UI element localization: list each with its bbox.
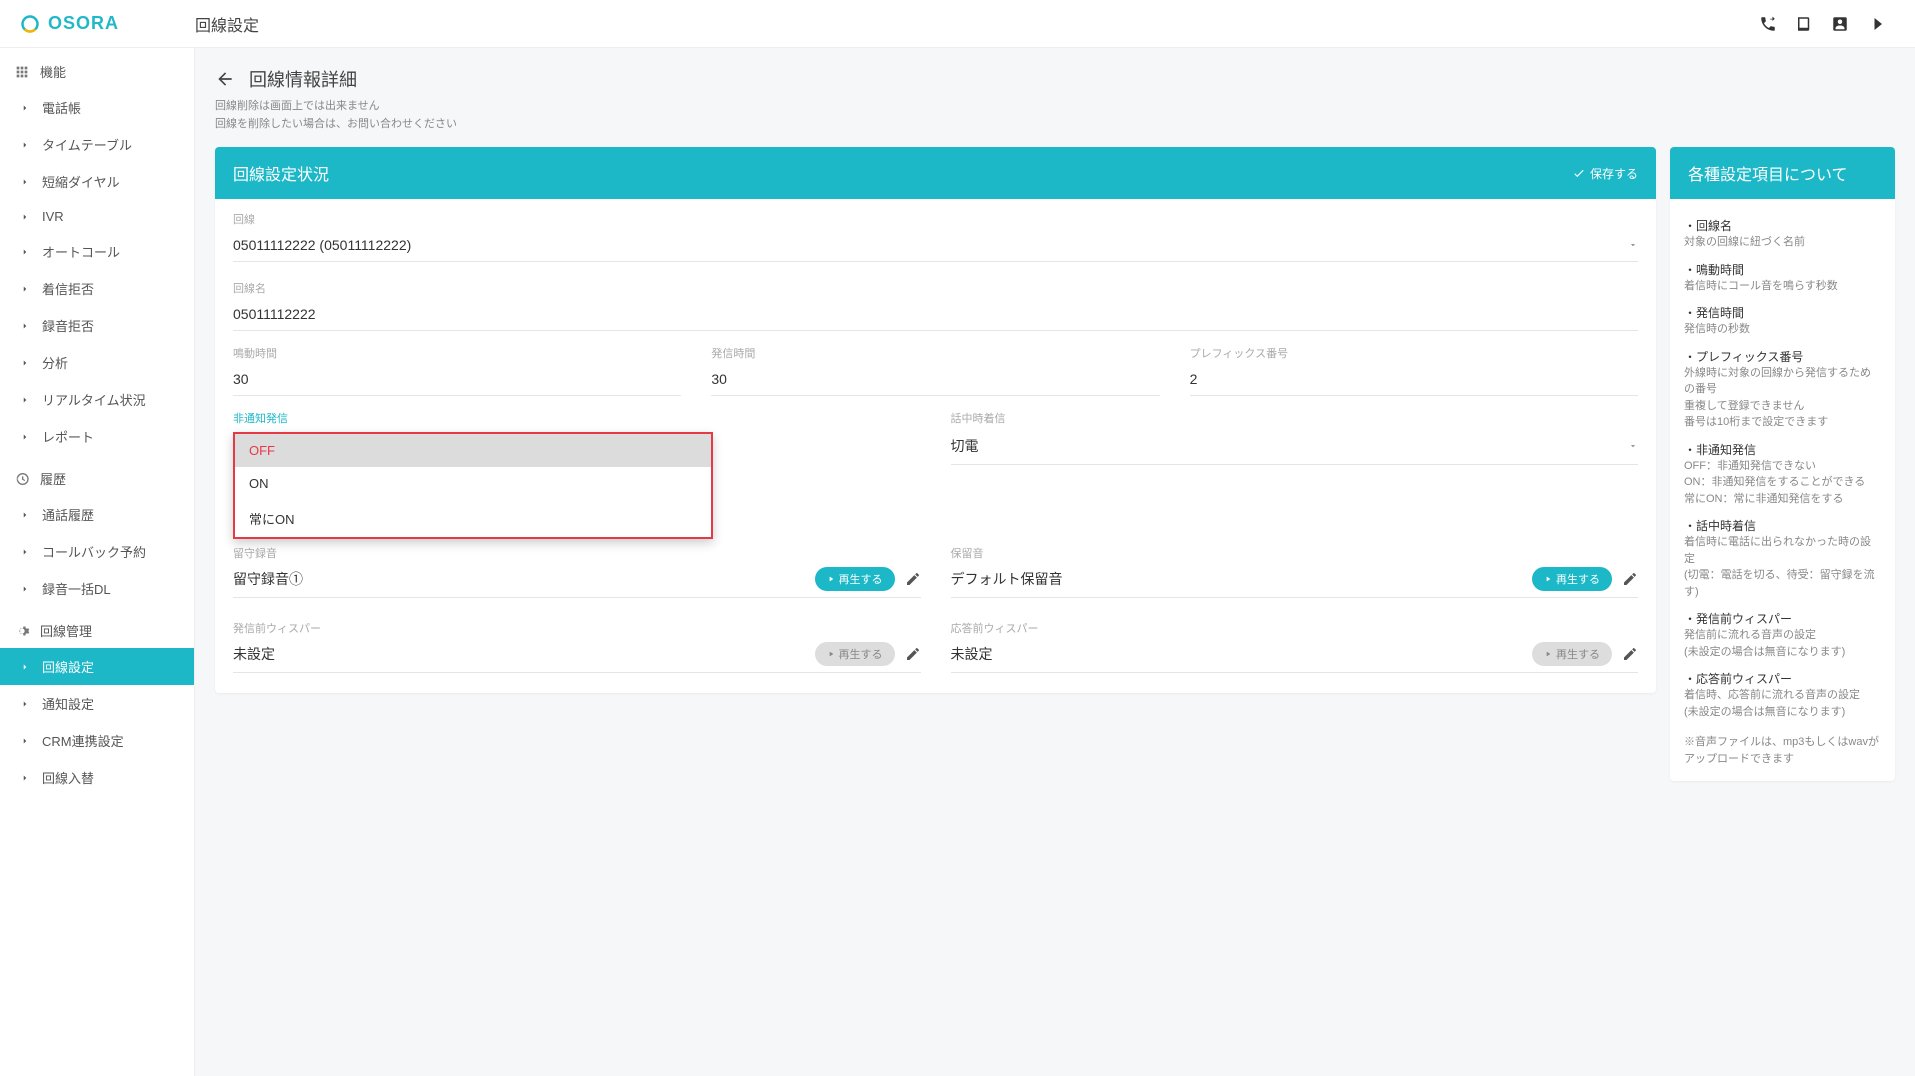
sidebar-item-電話帳[interactable]: 電話帳 [0, 89, 194, 126]
logout-icon[interactable] [1867, 15, 1885, 33]
sidebar-item-タイムテーブル[interactable]: タイムテーブル [0, 126, 194, 163]
help-item: ・応答前ウィスパー着信時、応答前に流れる音声の設定(未設定の場合は無音になります… [1684, 670, 1881, 720]
help-item: ・話中時着信着信時に電話に出られなかった時の設定(切電：電話を切る、待受：留守録… [1684, 517, 1881, 600]
answhisper-edit-icon[interactable] [1622, 646, 1638, 662]
phone-settings-icon[interactable] [1759, 15, 1777, 33]
sidebar-item-録音一括DL[interactable]: 録音一括DL [0, 570, 194, 607]
prefix-input[interactable]: 2 [1190, 367, 1638, 396]
call-input[interactable]: 30 [711, 367, 1159, 396]
logo-text: OSORA [48, 13, 119, 34]
prefix-label: プレフィックス番号 [1190, 345, 1638, 361]
sidebar-group-2: 回線管理 [0, 613, 194, 648]
app-header: OSORA 回線設定 [0, 0, 1915, 48]
check-icon [1572, 166, 1586, 180]
help-title: 各種設定項目について [1688, 161, 1848, 185]
name-value: 05011112222 [233, 306, 316, 322]
hold-value: デフォルト保留音 [951, 569, 1063, 589]
name-input[interactable]: 05011112222 [233, 302, 1638, 331]
sidebar-item-短縮ダイヤル[interactable]: 短縮ダイヤル [0, 163, 194, 200]
logo[interactable]: OSORA [20, 13, 195, 34]
save-button[interactable]: 保存する [1572, 165, 1638, 182]
card-title: 回線設定状況 [233, 161, 329, 185]
sidebar-group-0: 機能 [0, 54, 194, 89]
settings-card: 回線設定状況 保存する 回線 05011112222 (05011112222) [215, 147, 1656, 693]
note-line-2: 回線を削除したい場合は、お問い合わせください [215, 116, 1895, 134]
help-item: ・鳴動時間着信時にコール音を鳴らす秒数 [1684, 261, 1881, 295]
prewhisper-value: 未設定 [233, 644, 275, 664]
sidebar-item-回線設定[interactable]: 回線設定 [0, 648, 194, 685]
play-icon [1544, 650, 1552, 658]
sidebar-item-レポート[interactable]: レポート [0, 418, 194, 455]
chevron-down-icon [1628, 441, 1638, 451]
anon-option-常にON[interactable]: 常にON [235, 500, 711, 537]
hold-label: 保留音 [951, 545, 1639, 561]
busy-label: 話中時着信 [951, 410, 1639, 426]
play-icon [827, 650, 835, 658]
sidebar-item-着信拒否[interactable]: 着信拒否 [0, 270, 194, 307]
sidebar-item-通知設定[interactable]: 通知設定 [0, 685, 194, 722]
answhisper-value: 未設定 [951, 644, 993, 664]
answhisper-label: 応答前ウィスパー [951, 620, 1639, 636]
sidebar-item-通話履歴[interactable]: 通話履歴 [0, 496, 194, 533]
prefix-value: 2 [1190, 371, 1198, 387]
play-icon [827, 575, 835, 583]
line-label: 回線 [233, 211, 1638, 227]
save-label: 保存する [1590, 165, 1638, 182]
busy-select[interactable]: 切電 [951, 432, 1639, 465]
help-note: ※音声ファイルは、mp3もしくはwavがアップロードできます [1684, 734, 1881, 767]
sidebar-item-録音拒否[interactable]: 録音拒否 [0, 307, 194, 344]
prewhisper-edit-icon[interactable] [905, 646, 921, 662]
anon-option-ON[interactable]: ON [235, 467, 711, 500]
sidebar-item-回線入替[interactable]: 回線入替 [0, 759, 194, 796]
anon-label: 非通知発信 [233, 410, 921, 426]
anon-option-OFF[interactable]: OFF [235, 434, 711, 467]
sidebar-item-CRM連携設定[interactable]: CRM連携設定 [0, 722, 194, 759]
note-line-1: 回線削除は画面上では出来ません [215, 98, 1895, 116]
ring-input[interactable]: 30 [233, 367, 681, 396]
call-label: 発信時間 [711, 345, 1159, 361]
vm-label: 留守録音 [233, 545, 921, 561]
help-item: ・非通知発信OFF：非通知発信できないON：非通知発信をすることができる常にON… [1684, 441, 1881, 508]
sidebar-item-IVR[interactable]: IVR [0, 200, 194, 233]
play-icon [1544, 575, 1552, 583]
help-item: ・回線名対象の回線に紐づく名前 [1684, 217, 1881, 251]
sidebar-item-リアルタイム状況[interactable]: リアルタイム状況 [0, 381, 194, 418]
help-card: 各種設定項目について ・回線名対象の回線に紐づく名前・鳴動時間着信時にコール音を… [1670, 147, 1895, 781]
page-title: 回線情報詳細 [249, 66, 357, 92]
busy-value: 切電 [951, 436, 979, 456]
help-item: ・プレフィックス番号外線時に対象の回線から発信するための番号重複して登録できませ… [1684, 348, 1881, 431]
vm-play-button[interactable]: 再生する [815, 567, 895, 591]
sidebar-group-1: 履歴 [0, 461, 194, 496]
header-title: 回線設定 [195, 12, 1759, 36]
back-arrow-icon[interactable] [215, 69, 235, 89]
name-label: 回線名 [233, 280, 1638, 296]
prewhisper-label: 発信前ウィスパー [233, 620, 921, 636]
help-item: ・発信前ウィスパー発信前に流れる音声の設定(未設定の場合は無音になります) [1684, 610, 1881, 660]
main-content: 回線情報詳細 回線削除は画面上では出来ません 回線を削除したい場合は、お問い合わ… [195, 48, 1915, 1076]
answhisper-play-button: 再生する [1532, 642, 1612, 666]
book-icon[interactable] [1795, 15, 1813, 33]
vm-edit-icon[interactable] [905, 571, 921, 587]
chevron-down-icon [1628, 240, 1638, 250]
sidebar-item-分析[interactable]: 分析 [0, 344, 194, 381]
help-item: ・発信時間発信時の秒数 [1684, 304, 1881, 338]
sidebar-item-コールバック予約[interactable]: コールバック予約 [0, 533, 194, 570]
card-header: 回線設定状況 保存する [215, 147, 1656, 199]
logo-icon [20, 14, 40, 34]
user-icon[interactable] [1831, 15, 1849, 33]
anon-dropdown: OFFON常にON [233, 432, 713, 539]
sidebar-item-オートコール[interactable]: オートコール [0, 233, 194, 270]
ring-value: 30 [233, 371, 249, 387]
page-note: 回線削除は画面上では出来ません 回線を削除したい場合は、お問い合わせください [215, 98, 1895, 133]
call-value: 30 [711, 371, 727, 387]
sidebar: 機能電話帳タイムテーブル短縮ダイヤルIVRオートコール着信拒否録音拒否分析リアル… [0, 48, 195, 1076]
hold-play-button[interactable]: 再生する [1532, 567, 1612, 591]
ring-label: 鳴動時間 [233, 345, 681, 361]
line-value: 05011112222 (05011112222) [233, 237, 411, 253]
line-select[interactable]: 05011112222 (05011112222) [233, 233, 1638, 262]
vm-value: 留守録音① [233, 569, 303, 589]
hold-edit-icon[interactable] [1622, 571, 1638, 587]
prewhisper-play-button: 再生する [815, 642, 895, 666]
